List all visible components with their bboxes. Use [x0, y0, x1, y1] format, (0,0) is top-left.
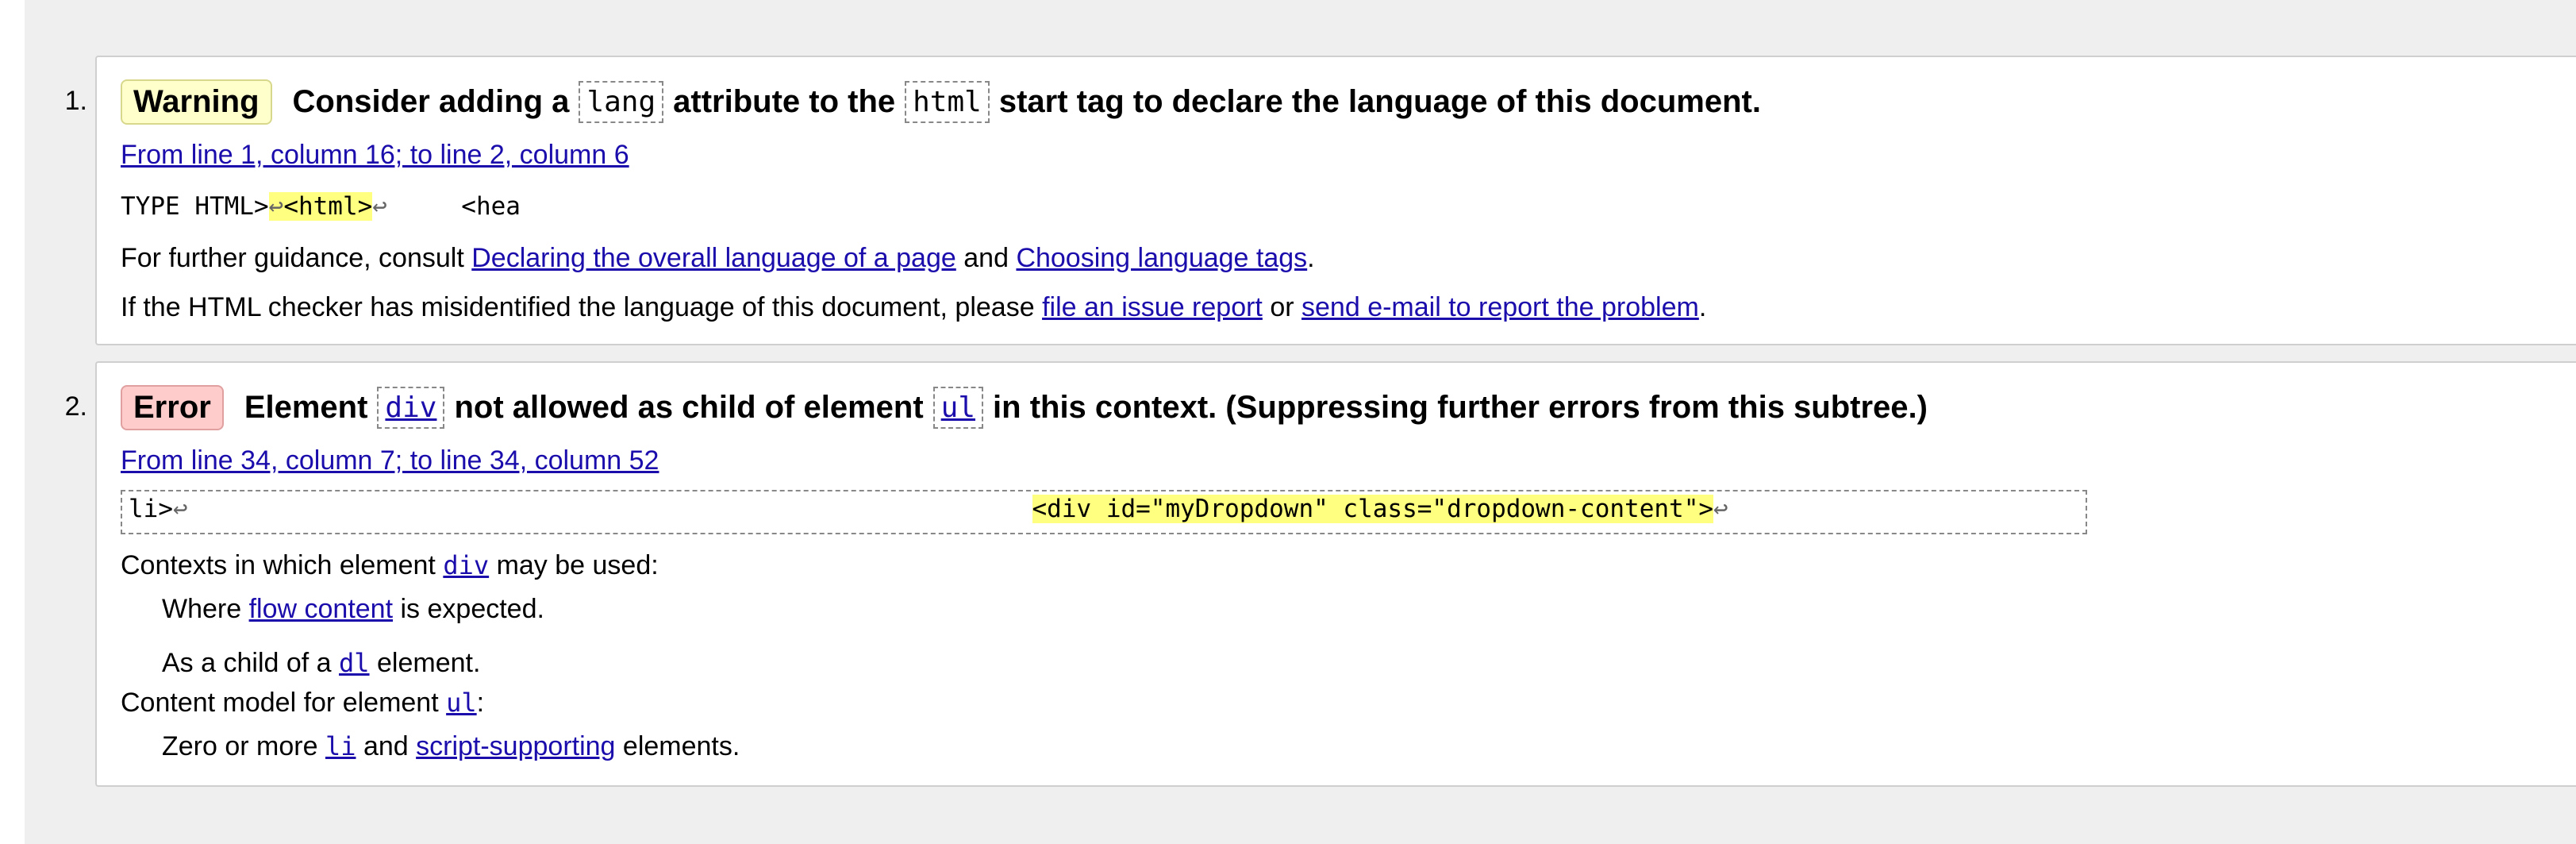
contexts-prefix: Contexts in which element — [121, 550, 436, 580]
guidance-and: and — [963, 243, 1009, 273]
model-suffix: : — [476, 688, 485, 718]
warning-message: Warning Consider adding a lang attribute… — [95, 56, 2576, 345]
dl-element-link[interactable]: dl — [339, 648, 370, 678]
guidance-end: . — [1307, 243, 1315, 273]
code-dl: dl — [339, 648, 370, 678]
li-element-link[interactable]: li — [325, 731, 356, 761]
zero-prefix: Zero or more — [162, 731, 318, 761]
where-prefix: Where — [162, 594, 242, 624]
left-gutter — [0, 0, 25, 844]
misid-or: or — [1270, 292, 1294, 322]
message-number: 2. — [64, 391, 87, 422]
heading-text: not allowed as child of element — [454, 390, 924, 425]
location-link[interactable]: From line 1, column 16; to line 2, colum… — [121, 140, 629, 171]
heading-text: attribute to the — [673, 84, 896, 119]
extract-gap — [188, 495, 1032, 523]
misidentified-text: If the HTML checker has misidentified th… — [121, 292, 1706, 323]
zero-suffix: elements. — [622, 731, 740, 761]
highlight: ↩<html> — [268, 192, 373, 221]
code-ul: ul — [932, 387, 984, 429]
code-li: li — [325, 731, 356, 761]
choosing-language-tags-link[interactable]: Choosing language tags — [1016, 243, 1307, 273]
misid-end: . — [1698, 292, 1707, 322]
child-suffix: element. — [377, 648, 481, 678]
context-flow: Where flow content is expected. — [162, 594, 544, 625]
heading-text: in this context. (Suppressing further er… — [993, 390, 1928, 425]
div-element-link[interactable]: div — [443, 550, 489, 580]
extract-text: <hea — [386, 192, 521, 221]
code-lang: lang — [579, 81, 664, 123]
source-extract: TYPE HTML>↩<html>↩ <hea — [121, 192, 521, 221]
source-extract: li>↩ <div id="myDropdown" class="dropdow… — [121, 490, 2087, 534]
declaring-language-link[interactable]: Declaring the overall language of a page — [471, 243, 956, 273]
extract-text: TYPE HTML> — [121, 192, 269, 221]
file-issue-link[interactable]: file an issue report — [1042, 292, 1263, 322]
misid-prefix: If the HTML checker has misidentified th… — [121, 292, 1035, 322]
message-heading: Error Element div not allowed as child o… — [121, 385, 1928, 430]
ul-element-link[interactable]: ul — [446, 688, 477, 718]
div-element-link[interactable]: div — [385, 391, 436, 424]
heading-text: Element — [244, 390, 368, 425]
location-link[interactable]: From line 34, column 7; to line 34, colu… — [121, 445, 659, 476]
return-icon: ↩ — [173, 495, 188, 523]
warning-badge: Warning — [121, 79, 272, 125]
code-div: div — [377, 387, 445, 429]
code-div: div — [443, 550, 489, 580]
contexts-heading: Contexts in which element div may be use… — [121, 550, 659, 581]
code-ul: ul — [446, 688, 477, 718]
flow-content-link[interactable]: flow content — [249, 594, 393, 624]
context-dl-child: As a child of a dl element. — [162, 648, 480, 679]
error-message: Error Element div not allowed as child o… — [95, 361, 2576, 787]
ul-element-link[interactable]: ul — [941, 391, 975, 424]
message-heading: Warning Consider adding a lang attribute… — [121, 79, 1761, 125]
contexts-suffix: may be used: — [496, 550, 659, 580]
where-suffix: is expected. — [400, 594, 544, 624]
content-model-heading: Content model for element ul: — [121, 688, 484, 719]
guidance-prefix: For further guidance, consult — [121, 243, 464, 273]
return-icon: ↩ — [268, 192, 284, 221]
content-model-detail: Zero or more li and script-supporting el… — [162, 731, 740, 762]
guidance-text: For further guidance, consult Declaring … — [121, 243, 1315, 274]
zero-and: and — [363, 731, 409, 761]
return-icon: ↩ — [372, 192, 387, 221]
heading-text: Consider adding a — [292, 84, 570, 119]
send-email-link[interactable]: send e-mail to report the problem — [1301, 292, 1699, 322]
script-supporting-link[interactable]: script-supporting — [416, 731, 615, 761]
heading-text: start tag to declare the language of thi… — [998, 84, 1761, 119]
highlight-text: <html> — [283, 192, 373, 221]
child-prefix: As a child of a — [162, 648, 332, 678]
return-icon: ↩ — [1713, 495, 1728, 523]
model-prefix: Content model for element — [121, 688, 439, 718]
extract-text: li> — [129, 495, 173, 523]
message-number: 1. — [64, 86, 87, 116]
error-badge: Error — [121, 385, 224, 430]
code-html: html — [905, 81, 990, 123]
highlight-text: <div id="myDropdown" class="dropdown-con… — [1032, 495, 1714, 523]
